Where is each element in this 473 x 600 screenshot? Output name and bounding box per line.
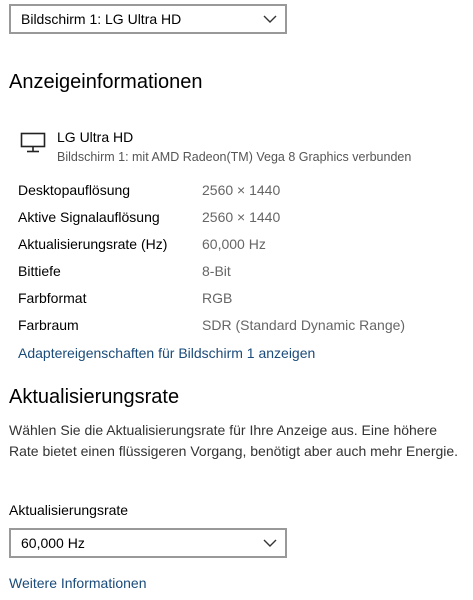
display-name: LG Ultra HD [57, 129, 134, 145]
info-value: 8-Bit [202, 263, 231, 279]
refresh-rate-select[interactable]: 60,000 Hz [9, 528, 287, 558]
info-row-color-format: Farbformat RGB [18, 290, 458, 310]
info-label: Desktopauflösung [18, 182, 131, 198]
display-info-heading: Anzeigeinformationen [9, 71, 203, 93]
info-value: RGB [202, 290, 233, 306]
monitor-icon [20, 132, 46, 153]
display-subtitle: Bildschirm 1: mit AMD Radeon(TM) Vega 8 … [57, 150, 412, 164]
info-row-bit-depth: Bittiefe 8-Bit [18, 263, 458, 283]
info-row-refresh-rate: Aktualisierungsrate (Hz) 60,000 Hz [18, 236, 458, 256]
info-label: Aktive Signalauflösung [18, 209, 160, 225]
more-info-link[interactable]: Weitere Informationen [9, 575, 146, 591]
info-label: Farbformat [18, 290, 87, 306]
info-row-color-space: Farbraum SDR (Standard Dynamic Range) [18, 317, 458, 337]
info-value: SDR (Standard Dynamic Range) [202, 317, 406, 333]
refresh-rate-select-value: 60,000 Hz [21, 535, 85, 551]
display-select[interactable]: Bildschirm 1: LG Ultra HD [9, 4, 287, 34]
info-label: Aktualisierungsrate (Hz) [18, 236, 168, 252]
display-select-value: Bildschirm 1: LG Ultra HD [21, 11, 182, 27]
info-label: Farbraum [18, 317, 79, 333]
adapter-properties-link[interactable]: Adaptereigenschaften für Bildschirm 1 an… [18, 345, 315, 361]
chevron-down-icon [263, 15, 277, 23]
refresh-rate-description: Wählen Sie die Aktualisierungsrate für I… [9, 422, 459, 459]
chevron-down-icon [263, 539, 277, 547]
info-row-active-signal-resolution: Aktive Signalauflösung 2560 × 1440 [18, 209, 458, 229]
info-value: 2560 × 1440 [202, 209, 281, 225]
info-row-desktop-resolution: Desktopauflösung 2560 × 1440 [18, 182, 458, 202]
info-value: 2560 × 1440 [202, 182, 281, 198]
info-label: Bittiefe [18, 263, 61, 279]
info-value: 60,000 Hz [202, 236, 266, 252]
refresh-rate-field-label: Aktualisierungsrate [9, 502, 129, 518]
refresh-rate-heading: Aktualisierungsrate [9, 386, 180, 408]
